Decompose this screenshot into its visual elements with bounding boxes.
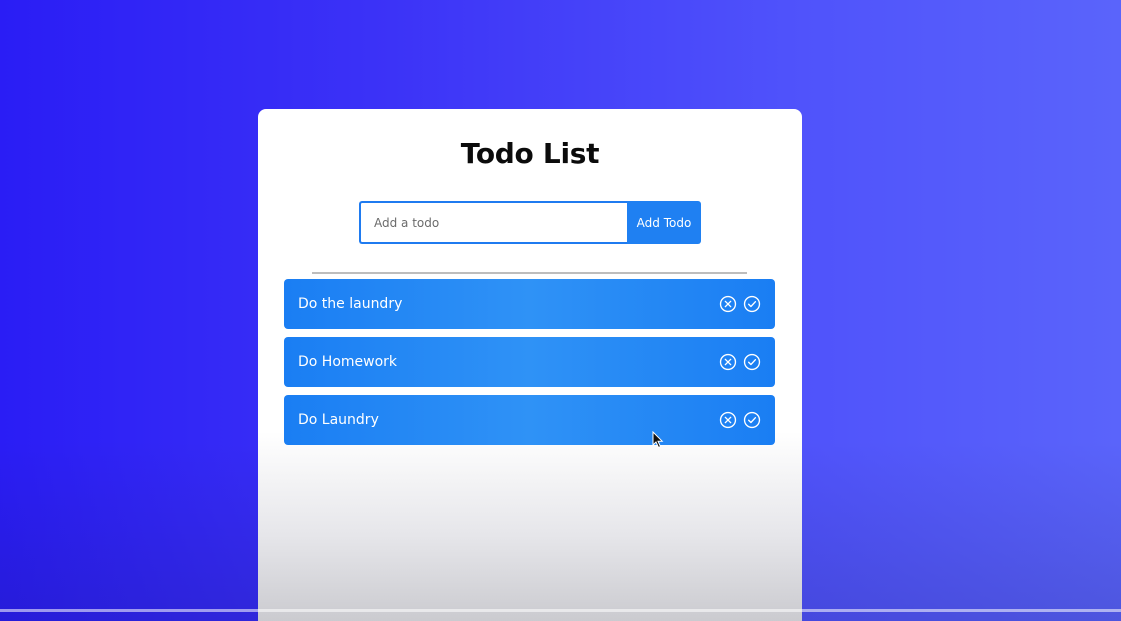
todo-form: Add Todo: [359, 201, 701, 244]
todo-text: Do the laundry: [298, 296, 403, 312]
todo-actions: [719, 295, 761, 313]
page-title: Todo List: [460, 137, 600, 170]
complete-icon[interactable]: [743, 295, 761, 313]
todo-card: Todo List Add Todo Do the laundry Do Hom…: [258, 109, 802, 621]
todo-text: Do Laundry: [298, 412, 379, 428]
todo-actions: [719, 411, 761, 429]
complete-icon[interactable]: [743, 353, 761, 371]
todo-input[interactable]: [359, 201, 627, 244]
todo-item: Do the laundry: [284, 279, 775, 329]
delete-icon[interactable]: [719, 353, 737, 371]
todo-item: Do Laundry: [284, 395, 775, 445]
delete-icon[interactable]: [719, 295, 737, 313]
video-progress-track[interactable]: [0, 609, 1121, 612]
delete-icon[interactable]: [719, 411, 737, 429]
add-todo-button[interactable]: Add Todo: [627, 201, 701, 244]
todo-actions: [719, 353, 761, 371]
mouse-cursor-icon: [652, 430, 664, 449]
complete-icon[interactable]: [743, 411, 761, 429]
divider: [312, 272, 747, 274]
todo-text: Do Homework: [298, 354, 398, 370]
todo-list: Do the laundry Do Homework Do Laundry: [284, 279, 775, 453]
todo-item: Do Homework: [284, 337, 775, 387]
